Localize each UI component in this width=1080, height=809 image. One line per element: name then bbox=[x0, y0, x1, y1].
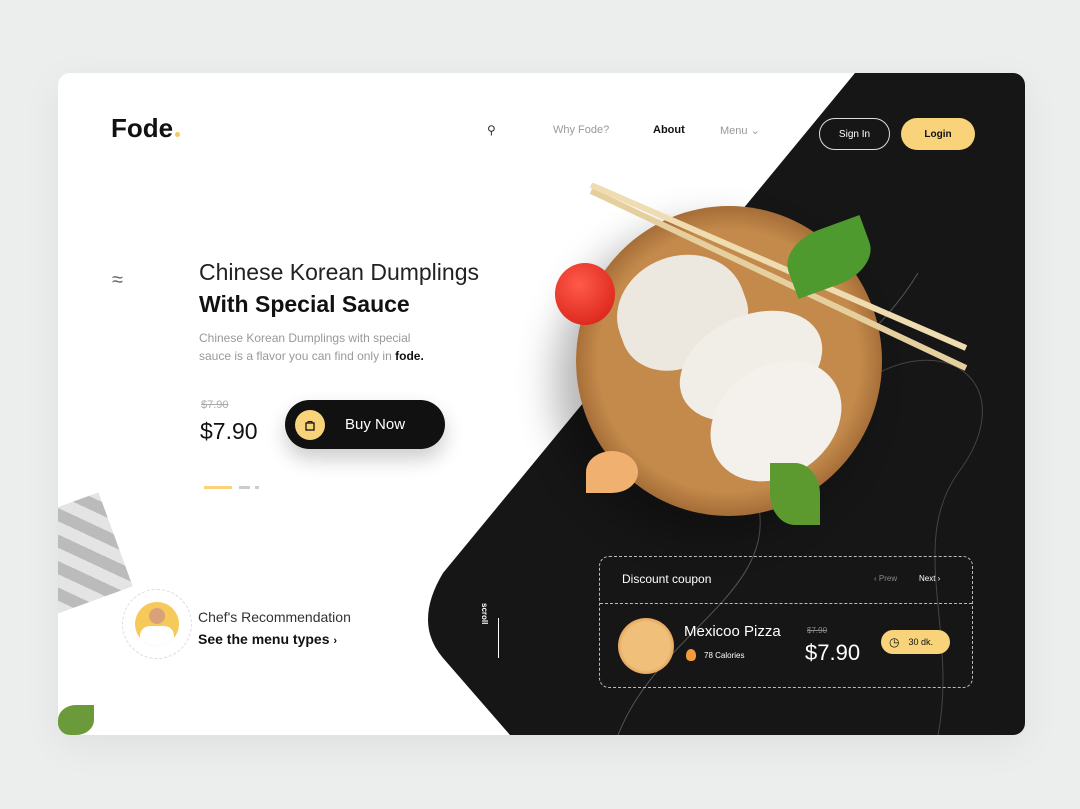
nav-menu-label: Menu bbox=[720, 125, 748, 137]
coupon-item-name: Mexicoo Pizza bbox=[684, 623, 781, 640]
pizza-image bbox=[618, 618, 674, 674]
brand-name: Fode bbox=[111, 113, 174, 143]
hero-description: Chinese Korean Dumplings with special sa… bbox=[199, 329, 439, 365]
slider-dot[interactable] bbox=[255, 486, 259, 489]
coupon-item-calories: 78 Calories bbox=[704, 651, 745, 660]
prev-label: Prew bbox=[878, 574, 898, 583]
coupon-old-price: $7.90 bbox=[807, 626, 828, 635]
description-brand: fode. bbox=[395, 349, 424, 363]
shopping-bag-icon bbox=[295, 409, 325, 440]
garlic-image bbox=[586, 451, 638, 493]
chef-recommendation-title: Chef's Recommendation bbox=[198, 609, 351, 625]
nav-about[interactable]: About bbox=[653, 124, 685, 136]
brand-logo[interactable]: Fode bbox=[111, 113, 181, 144]
description-text: Chinese Korean Dumplings with special sa… bbox=[199, 331, 411, 363]
next-button[interactable]: Next › bbox=[919, 574, 940, 583]
coupon-title: Discount coupon bbox=[622, 572, 712, 586]
scroll-arrow-icon[interactable] bbox=[498, 618, 499, 658]
login-button[interactable]: Login bbox=[901, 118, 975, 150]
chevron-down-icon: ⌄ bbox=[750, 125, 760, 137]
nav-why-fode[interactable]: Why Fode? bbox=[553, 124, 609, 136]
leaf-image bbox=[58, 705, 94, 735]
see-menu-types-link[interactable]: See the menu types › bbox=[198, 631, 337, 647]
scroll-label: scroll bbox=[480, 603, 489, 625]
fire-icon bbox=[686, 649, 696, 661]
tomato-image bbox=[555, 263, 615, 325]
discount-coupon-card: Discount coupon ‹ Prew Next › Mexicoo Pi… bbox=[599, 556, 973, 688]
coupon-price: $7.90 bbox=[805, 640, 861, 665]
wave-icon: ≈ bbox=[112, 269, 123, 291]
landing-card: Fode ⚲ Why Fode? About Menu ⌄ Sign In Lo… bbox=[58, 73, 1025, 735]
old-price: $7.90 bbox=[201, 399, 229, 411]
slider-dot-active[interactable] bbox=[204, 486, 232, 489]
delivery-time-badge: ◷ 30 dk. bbox=[881, 630, 950, 654]
price: $7.90 bbox=[200, 418, 258, 444]
hero-title-line2: With Special Sauce bbox=[199, 291, 410, 317]
clock-icon: ◷ bbox=[889, 635, 900, 649]
prev-button[interactable]: ‹ Prew bbox=[874, 574, 897, 583]
chopsticks-image bbox=[589, 183, 968, 371]
buy-now-button[interactable]: Buy Now bbox=[285, 400, 445, 449]
basil-leaf-image bbox=[770, 463, 820, 525]
chef-avatar bbox=[135, 602, 179, 646]
nav-menu[interactable]: Menu ⌄ bbox=[720, 124, 760, 137]
next-label: Next bbox=[919, 574, 936, 583]
sign-in-button[interactable]: Sign In bbox=[819, 118, 890, 150]
see-menu-types-label: See the menu types bbox=[198, 631, 330, 647]
buy-now-label: Buy Now bbox=[345, 416, 406, 433]
hero-title-line1: Chinese Korean Dumplings bbox=[199, 259, 479, 285]
delivery-time: 30 dk. bbox=[908, 637, 934, 647]
search-icon[interactable]: ⚲ bbox=[487, 123, 496, 137]
slider-dot[interactable] bbox=[239, 486, 250, 489]
arrow-right-icon: › bbox=[333, 635, 338, 647]
